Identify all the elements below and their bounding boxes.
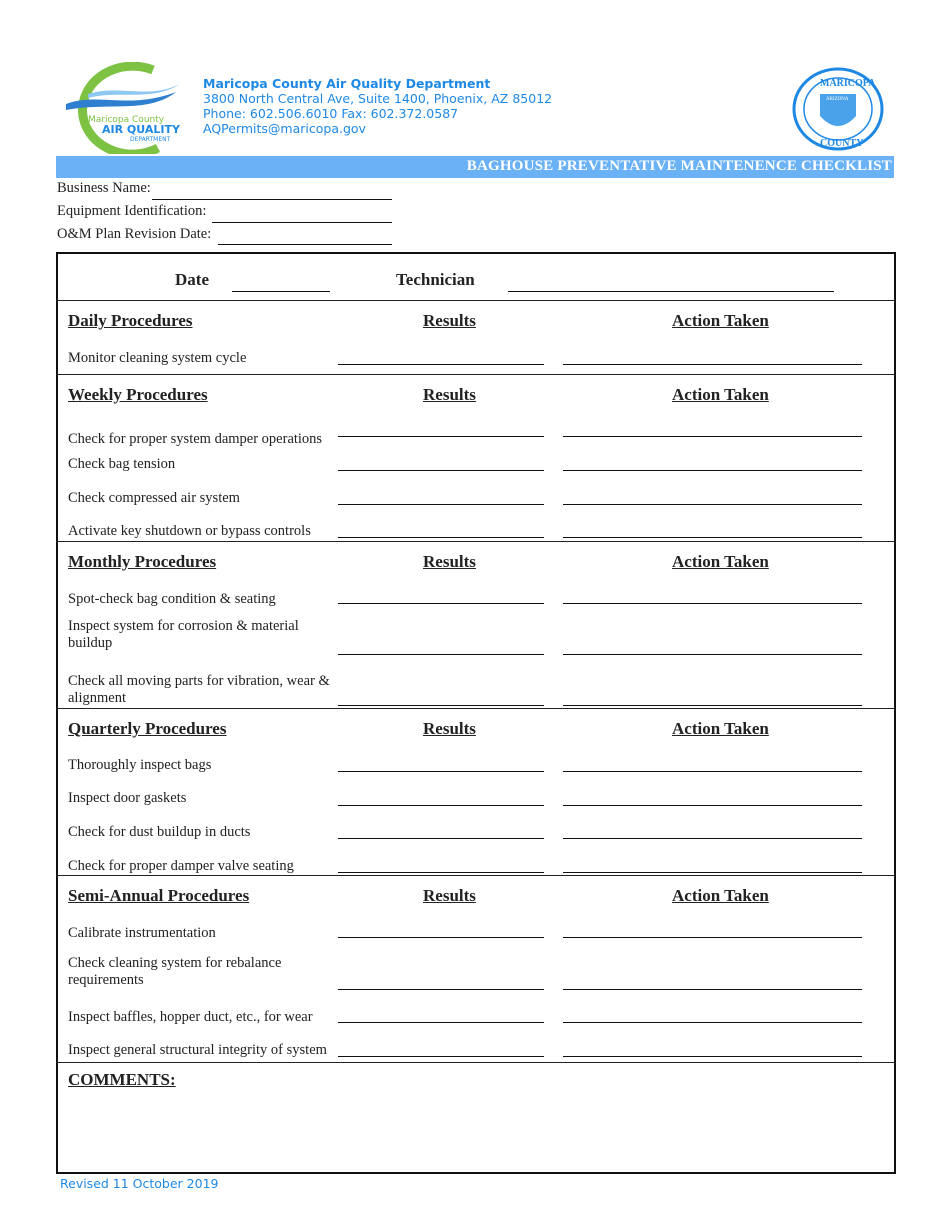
results-field[interactable] [338, 537, 544, 538]
results-field[interactable] [338, 1022, 544, 1023]
checklist-page: Maricopa County AIR QUALITY DEPARTMENT M… [0, 0, 950, 1230]
section-divider [56, 374, 894, 375]
results-field[interactable] [338, 654, 544, 655]
results-header: Results [423, 385, 476, 404]
results-field[interactable] [338, 705, 544, 706]
action-taken-header: Action Taken [672, 552, 769, 571]
results-field[interactable] [338, 989, 544, 990]
procedure-item: Inspect system for corrosion & material … [68, 618, 299, 651]
results-field[interactable] [338, 364, 544, 365]
results-field[interactable] [338, 937, 544, 938]
procedure-item: Check bag tension [68, 456, 176, 472]
action-taken-field[interactable] [563, 937, 862, 938]
aq-department-logo: Maricopa County AIR QUALITY DEPARTMENT [66, 62, 181, 154]
results-header: Results [423, 719, 476, 738]
action-taken-header: Action Taken [672, 311, 769, 330]
svg-text:DEPARTMENT: DEPARTMENT [130, 136, 171, 143]
section-title-quarterly-procedures: Quarterly Procedures [68, 719, 227, 738]
action-taken-field[interactable] [563, 537, 862, 538]
om-revision-label: O&M Plan Revision Date: [57, 226, 212, 242]
section-title-monthly-procedures: Monthly Procedures [68, 552, 217, 571]
technician-field[interactable] [508, 291, 834, 292]
results-field[interactable] [338, 470, 544, 471]
procedure-item: Inspect general structural integrity of … [68, 1042, 327, 1058]
technician-label: Technician [396, 270, 475, 289]
om-revision-field[interactable] [218, 244, 392, 245]
action-taken-field[interactable] [563, 436, 862, 437]
procedure-item: Check for proper system damper operation… [68, 431, 323, 447]
procedure-item: Inspect baffles, hopper duct, etc., for … [68, 1009, 313, 1025]
action-taken-field[interactable] [563, 603, 862, 604]
equipment-id-field[interactable] [212, 222, 392, 223]
section-divider [56, 1062, 894, 1063]
action-taken-field[interactable] [563, 470, 862, 471]
action-taken-field[interactable] [563, 654, 862, 655]
action-taken-field[interactable] [563, 705, 862, 706]
equipment-id-label: Equipment Identification: [57, 203, 207, 219]
results-field[interactable] [338, 603, 544, 604]
date-field[interactable] [232, 291, 330, 292]
section-title-weekly-procedures: Weekly Procedures [68, 385, 208, 404]
procedure-item: Monitor cleaning system cycle [68, 350, 247, 366]
section-title-semi-annual-procedures: Semi-Annual Procedures [68, 886, 250, 905]
procedure-item: Check for proper damper valve seating [68, 858, 294, 874]
revision-footer: Revised 11 October 2019 [60, 1176, 219, 1191]
action-taken-field[interactable] [563, 1056, 862, 1057]
action-taken-field[interactable] [563, 364, 862, 365]
action-taken-header: Action Taken [672, 886, 769, 905]
business-name-field[interactable] [152, 199, 392, 200]
business-name-label: Business Name: [57, 180, 151, 196]
svg-text:AIR QUALITY: AIR QUALITY [102, 123, 181, 136]
org-name: Maricopa County Air Quality Department [203, 76, 491, 91]
procedure-item: Check compressed air system [68, 490, 240, 506]
procedure-item: Check all moving parts for vibration, we… [68, 673, 330, 706]
form-title: BAGHOUSE PREVENTATIVE MAINTENENCE CHECKL… [466, 158, 892, 174]
action-taken-field[interactable] [563, 805, 862, 806]
action-taken-field[interactable] [563, 838, 862, 839]
action-taken-field[interactable] [563, 1022, 862, 1023]
county-seal: MARICOPA ARIZONA COUNTY [792, 67, 884, 151]
org-contact: Maricopa County Air Quality Department 3… [203, 76, 552, 136]
section-divider [56, 875, 894, 876]
results-field[interactable] [338, 436, 544, 437]
procedure-item: Check for dust buildup in ducts [68, 824, 251, 840]
date-label: Date [175, 270, 209, 289]
action-taken-header: Action Taken [672, 385, 769, 404]
action-taken-field[interactable] [563, 504, 862, 505]
section-divider [56, 300, 894, 301]
results-header: Results [423, 552, 476, 571]
procedure-item: Inspect door gaskets [68, 790, 187, 806]
procedure-item: Thoroughly inspect bags [68, 757, 212, 773]
results-field[interactable] [338, 838, 544, 839]
procedure-item: Check cleaning system for rebalance requ… [68, 955, 282, 988]
section-divider [56, 541, 894, 542]
section-divider [56, 708, 894, 709]
title-band: BAGHOUSE PREVENTATIVE MAINTENENCE CHECKL… [56, 156, 894, 178]
svg-text:ARIZONA: ARIZONA [826, 97, 849, 102]
section-title-daily-procedures: Daily Procedures [68, 311, 193, 330]
results-header: Results [423, 886, 476, 905]
action-taken-field[interactable] [563, 989, 862, 990]
results-field[interactable] [338, 771, 544, 772]
action-taken-field[interactable] [563, 872, 862, 873]
results-field[interactable] [338, 805, 544, 806]
comments-label: COMMENTS: [68, 1070, 176, 1089]
org-email: AQPermits@maricopa.gov [203, 121, 366, 136]
svg-text:MARICOPA: MARICOPA [820, 78, 876, 89]
action-taken-header: Action Taken [672, 719, 769, 738]
results-field[interactable] [338, 504, 544, 505]
procedure-item: Spot-check bag condition & seating [68, 591, 276, 607]
action-taken-field[interactable] [563, 771, 862, 772]
results-field[interactable] [338, 872, 544, 873]
procedure-item: Calibrate instrumentation [68, 925, 216, 941]
results-header: Results [423, 311, 476, 330]
results-field[interactable] [338, 1056, 544, 1057]
org-phone: Phone: 602.506.6010 Fax: 602.372.0587 [203, 106, 459, 121]
procedure-item: Activate key shutdown or bypass controls [68, 523, 311, 539]
org-address: 3800 North Central Ave, Suite 1400, Phoe… [203, 91, 553, 106]
svg-text:COUNTY: COUNTY [820, 138, 864, 149]
